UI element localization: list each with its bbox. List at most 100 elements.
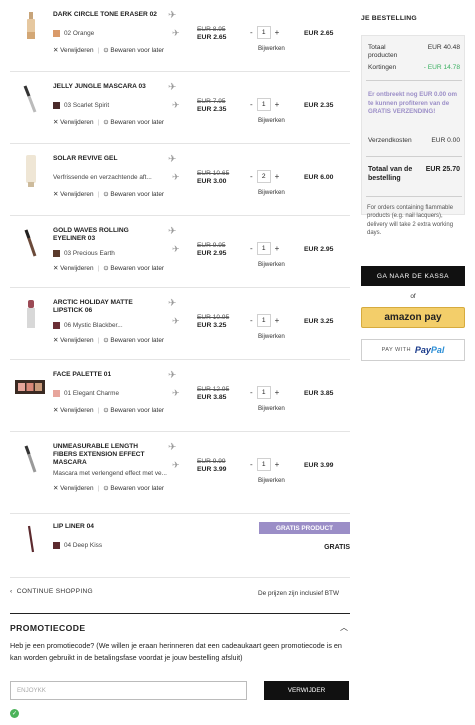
- remove-button[interactable]: ✕ Verwijderen: [53, 484, 94, 492]
- total-products-value: EUR 40.48: [427, 44, 460, 51]
- cart-list: DARK CIRCLE TONE ERASER 02 02 Orange ✕ V…: [10, 0, 350, 578]
- save-later-button[interactable]: ⊙ Bewaren voor later: [103, 484, 164, 492]
- save-later-button[interactable]: ⊙ Bewaren voor later: [103, 118, 164, 126]
- remove-button[interactable]: ✕ Verwijderen: [53, 190, 94, 198]
- free-shipping-note: Er ontbreekt nog EUR 0.00 om te kunnen p…: [368, 91, 458, 116]
- save-later-button[interactable]: ⊙ Bewaren voor later: [103, 264, 164, 272]
- product-name[interactable]: JELLY JUNGLE MASCARA 03: [53, 83, 163, 91]
- save-later-button[interactable]: ⊙ Bewaren voor later: [103, 406, 164, 414]
- update-button[interactable]: Bijwerken: [258, 333, 285, 340]
- remove-button[interactable]: ✕ Verwijderen: [53, 406, 94, 414]
- continue-shopping-link[interactable]: ‹ CONTINUE SHOPPING: [10, 588, 93, 595]
- grand-total-value: EUR 25.70: [425, 166, 460, 173]
- airplane-icon: ✈: [168, 226, 177, 237]
- promo-description: Heb je een promotiecode? (We willen je e…: [10, 641, 342, 662]
- item-actions: ✕ Verwijderen | ⊙ Bewaren voor later: [53, 484, 164, 493]
- line-total: EUR 3.85: [304, 390, 334, 397]
- line-total: EUR 2.65: [304, 30, 334, 37]
- update-button[interactable]: Bijwerken: [258, 261, 285, 268]
- remove-button[interactable]: ✕ Verwijderen: [53, 336, 94, 344]
- shade-info: 03 Precious Earth: [53, 250, 115, 257]
- product-name[interactable]: FACE PALETTE 01: [53, 371, 163, 379]
- decrease-button[interactable]: -: [250, 100, 253, 109]
- product-description: Verfrissende en verzachtende aft...: [53, 174, 152, 181]
- checkout-button[interactable]: GA NAAR DE KASSA: [361, 266, 465, 286]
- quantity-field[interactable]: 1: [256, 26, 271, 39]
- current-price: EUR 3.25: [197, 322, 227, 329]
- product-image: [16, 522, 46, 556]
- decrease-button[interactable]: -: [250, 460, 253, 469]
- decrease-button[interactable]: -: [250, 172, 253, 181]
- product-name[interactable]: ARCTIC HOLIDAY MATTE LIPSTICK 06: [53, 299, 163, 315]
- divider: |: [97, 484, 100, 492]
- decrease-button[interactable]: -: [250, 316, 253, 325]
- shade-swatch: [53, 102, 60, 109]
- remove-button[interactable]: ✕ Verwijderen: [53, 264, 94, 272]
- paypal-button[interactable]: PAY WITH PayPal: [361, 339, 465, 361]
- quantity-field[interactable]: 1: [256, 242, 271, 255]
- update-button[interactable]: Bijwerken: [258, 117, 285, 124]
- decrease-button[interactable]: -: [250, 28, 253, 37]
- quantity-field[interactable]: 2: [256, 170, 271, 183]
- product-name[interactable]: GOLD WAVES ROLLING EYELINER 03: [53, 227, 163, 243]
- shade-label: 03 Scarlet Spirit: [64, 102, 110, 109]
- chevron-up-icon[interactable]: ︿: [340, 622, 348, 633]
- save-later-button[interactable]: ⊙ Bewaren voor later: [103, 336, 164, 344]
- product-name[interactable]: LIP LINER 04: [53, 523, 163, 531]
- save-later-button[interactable]: ⊙ Bewaren voor later: [103, 190, 164, 198]
- product-name[interactable]: UNMEASURABLE LENGTH FIBERS EXTENSION EFF…: [53, 443, 163, 467]
- product-description: Mascara met verlengend effect met ve...: [53, 470, 167, 477]
- update-button[interactable]: Bijwerken: [258, 45, 285, 52]
- decrease-button[interactable]: -: [250, 244, 253, 253]
- update-button[interactable]: Bijwerken: [258, 477, 285, 484]
- update-button[interactable]: Bijwerken: [258, 405, 285, 412]
- remove-button[interactable]: ✕ Verwijderen: [53, 118, 94, 126]
- increase-button[interactable]: +: [275, 316, 280, 325]
- shipping-row: Verzendkosten EUR 0.00: [368, 137, 460, 144]
- shipping-label: Verzendkosten: [368, 137, 412, 144]
- product-image: [12, 370, 48, 404]
- product-name[interactable]: SOLAR REVIVE GEL: [53, 155, 163, 163]
- quantity-field[interactable]: 1: [256, 98, 271, 111]
- increase-button[interactable]: +: [275, 460, 280, 469]
- no-shipping-icon: ✈: [172, 316, 180, 326]
- airplane-icon: ✈: [168, 10, 177, 21]
- quantity-stepper: -1 +: [250, 386, 279, 399]
- divider: |: [97, 406, 100, 414]
- price-block: EUR 7.95 EUR 2.35: [197, 98, 239, 113]
- increase-button[interactable]: +: [275, 28, 280, 37]
- cart-item: UNMEASURABLE LENGTH FIBERS EXTENSION EFF…: [10, 432, 350, 514]
- discounts-value: - EUR 14.78: [423, 64, 460, 71]
- promo-code-input[interactable]: ENJOYKK: [10, 681, 247, 700]
- current-price: EUR 2.95: [197, 250, 227, 257]
- remove-promo-button[interactable]: VERWIJDER: [264, 681, 349, 700]
- current-price: EUR 2.35: [197, 106, 227, 113]
- decrease-button[interactable]: -: [250, 388, 253, 397]
- divider: |: [97, 264, 100, 272]
- quantity-field[interactable]: 1: [256, 314, 271, 327]
- product-image: [16, 298, 46, 332]
- product-name[interactable]: DARK CIRCLE TONE ERASER 02: [53, 11, 163, 19]
- price-block: EUR 10.95 EUR 3.25: [197, 314, 239, 329]
- total-products-row: Totaal producten EUR 40.48: [368, 44, 460, 61]
- old-price: EUR 7.95: [197, 98, 226, 105]
- remove-button[interactable]: ✕ Verwijderen: [53, 46, 94, 54]
- increase-button[interactable]: +: [275, 388, 280, 397]
- line-total: EUR 3.25: [304, 318, 334, 325]
- save-later-button[interactable]: ⊙ Bewaren voor later: [103, 46, 164, 54]
- check-icon: ✓: [10, 709, 19, 718]
- amazon-pay-button[interactable]: amazon pay: [361, 307, 465, 328]
- no-shipping-icon: ✈: [172, 172, 180, 182]
- update-button[interactable]: Bijwerken: [258, 189, 285, 196]
- shade-info: 03 Scarlet Spirit: [53, 102, 109, 109]
- vat-note: De prijzen zijn inclusief BTW: [258, 590, 339, 597]
- increase-button[interactable]: +: [275, 100, 280, 109]
- summary-divider: [366, 80, 462, 81]
- current-price: EUR 3.85: [197, 394, 227, 401]
- quantity-field[interactable]: 1: [256, 458, 271, 471]
- increase-button[interactable]: +: [275, 244, 280, 253]
- increase-button[interactable]: +: [275, 172, 280, 181]
- shade-label: 03 Precious Earth: [64, 250, 115, 257]
- no-shipping-icon: ✈: [172, 460, 180, 470]
- quantity-field[interactable]: 1: [256, 386, 271, 399]
